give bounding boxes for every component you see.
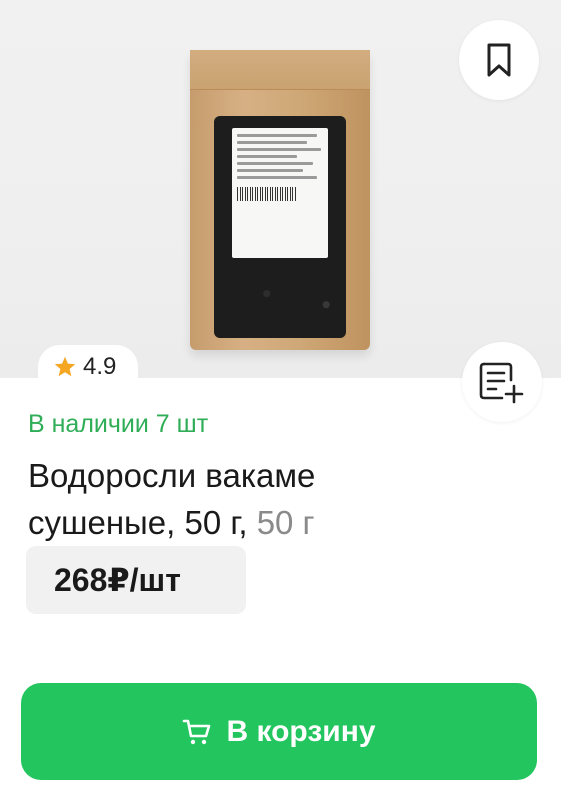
bookmark-button[interactable] <box>459 20 539 100</box>
product-package-illustration <box>190 50 370 350</box>
add-to-list-button[interactable] <box>462 342 542 422</box>
product-price: 268₽/шт <box>54 562 181 598</box>
add-to-cart-button[interactable]: В корзину <box>21 683 537 780</box>
availability-status: В наличии 7 шт <box>28 410 209 438</box>
rating-value: 4.9 <box>83 353 117 380</box>
price-badge: 268₽/шт <box>26 546 246 614</box>
rating-badge: 4.9 <box>38 345 138 389</box>
list-add-icon <box>479 362 524 404</box>
cart-icon <box>183 719 211 744</box>
product-title[interactable]: Водоросли вакаме сушеные, 50 г, 50 г <box>28 452 448 546</box>
product-card[interactable]: 4.9 В наличии 7 шт Водоросли вакаме суше… <box>0 0 561 800</box>
star-icon <box>54 356 76 377</box>
bookmark-icon <box>487 43 511 77</box>
product-weight: 50 г <box>256 504 315 541</box>
add-to-cart-label: В корзину <box>226 714 376 748</box>
